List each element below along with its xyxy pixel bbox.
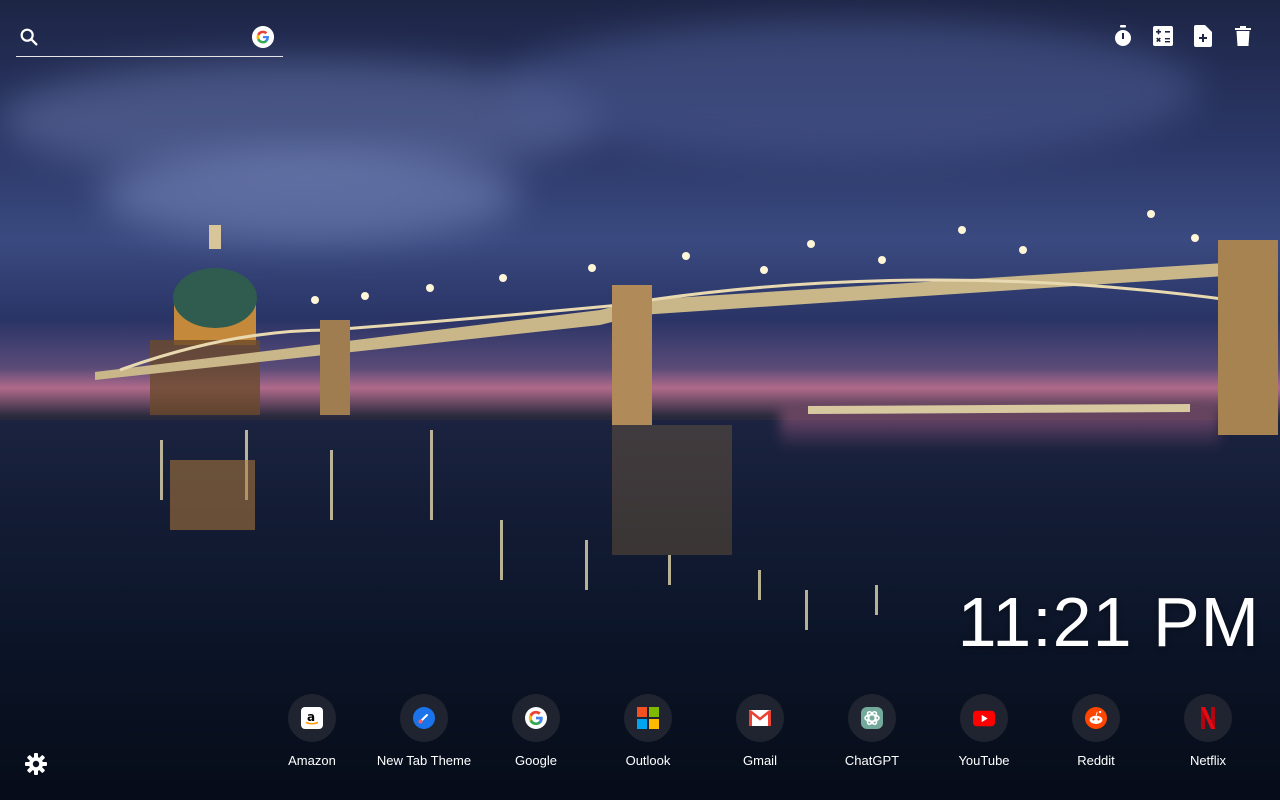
shortcuts-bar: a Amazon New Tab Theme Google Outlook Gm… bbox=[256, 694, 1264, 768]
gear-icon bbox=[25, 753, 47, 775]
shortcut-label: Netflix bbox=[1189, 753, 1227, 768]
shortcut-label: YouTube bbox=[958, 753, 1010, 768]
shortcut-chatgpt[interactable]: ChatGPT bbox=[816, 694, 928, 768]
youtube-icon bbox=[973, 707, 995, 729]
search-input[interactable] bbox=[52, 26, 256, 52]
bridge-illustration bbox=[95, 210, 1278, 630]
amazon-icon: a bbox=[301, 707, 323, 729]
new-tab-theme-icon bbox=[413, 707, 435, 729]
shortcut-google[interactable]: Google bbox=[480, 694, 592, 768]
shortcut-new-tab-theme[interactable]: New Tab Theme bbox=[368, 694, 480, 768]
chatgpt-icon bbox=[861, 707, 883, 729]
add-note-icon[interactable] bbox=[1192, 24, 1214, 48]
svg-text:a: a bbox=[307, 710, 315, 724]
toolbar bbox=[1112, 24, 1254, 48]
background-wallpaper bbox=[0, 0, 1280, 800]
shortcut-label: Reddit bbox=[1077, 753, 1115, 768]
shortcut-label: Amazon bbox=[288, 753, 336, 768]
shortcut-label: Google bbox=[515, 753, 557, 768]
shortcut-label: Outlook bbox=[625, 753, 671, 768]
gmail-icon bbox=[749, 707, 771, 729]
shortcut-netflix[interactable]: Netflix bbox=[1152, 694, 1264, 768]
search-bar bbox=[16, 22, 283, 57]
netflix-icon bbox=[1197, 707, 1219, 729]
search-icon[interactable] bbox=[18, 26, 40, 48]
clock-time: 11:21 PM bbox=[957, 583, 1260, 661]
shortcut-label: Gmail bbox=[743, 753, 777, 768]
google-search-engine-icon[interactable] bbox=[252, 26, 274, 48]
shortcut-gmail[interactable]: Gmail bbox=[704, 694, 816, 768]
timer-icon[interactable] bbox=[1112, 24, 1134, 48]
shortcut-label: New Tab Theme bbox=[376, 753, 472, 768]
reddit-icon bbox=[1085, 707, 1107, 729]
microsoft-icon bbox=[637, 707, 659, 729]
calculator-icon[interactable] bbox=[1152, 24, 1174, 48]
trash-icon[interactable] bbox=[1232, 24, 1254, 48]
shortcut-amazon[interactable]: a Amazon bbox=[256, 694, 368, 768]
shortcut-outlook[interactable]: Outlook bbox=[592, 694, 704, 768]
settings-button[interactable] bbox=[24, 752, 48, 776]
shortcut-label: ChatGPT bbox=[844, 753, 900, 768]
google-icon bbox=[525, 707, 547, 729]
shortcut-youtube[interactable]: YouTube bbox=[928, 694, 1040, 768]
shortcut-reddit[interactable]: Reddit bbox=[1040, 694, 1152, 768]
